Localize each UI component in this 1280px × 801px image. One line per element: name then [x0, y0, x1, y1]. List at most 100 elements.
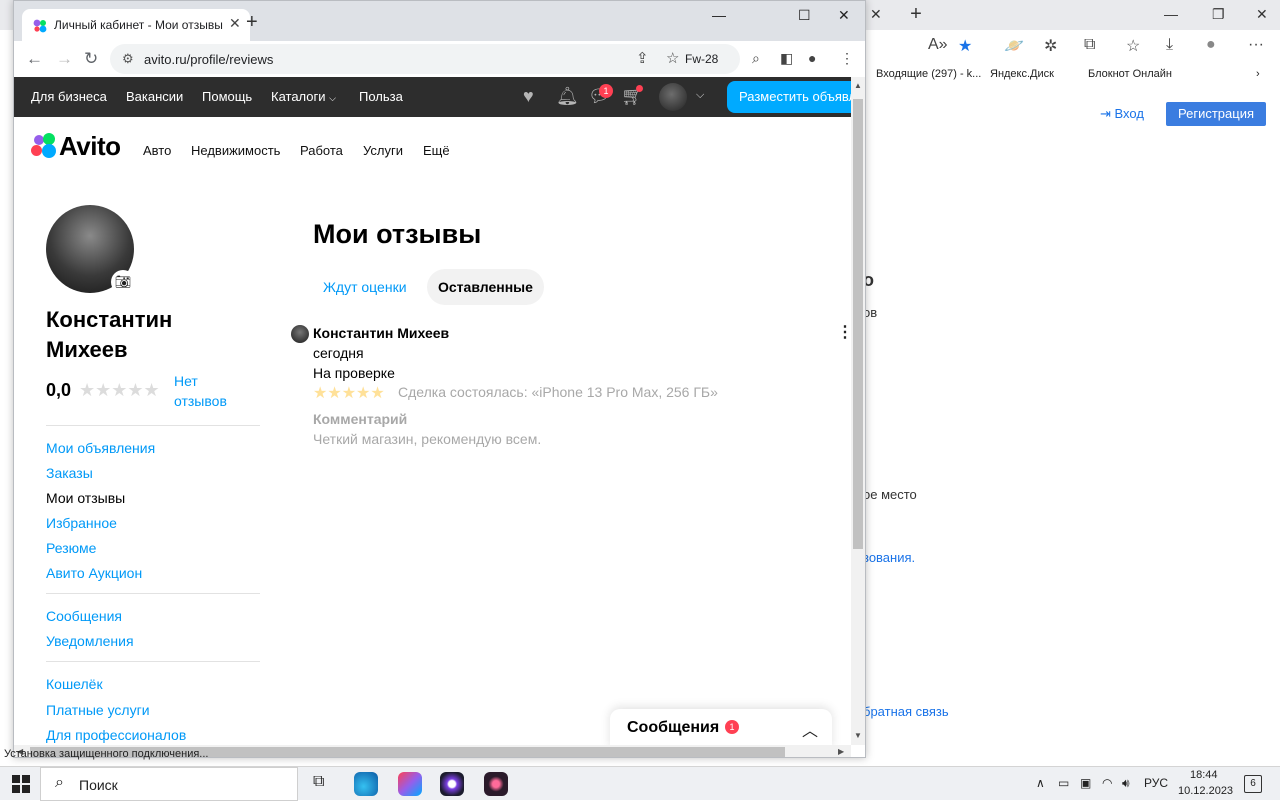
- topbar-link-help[interactable]: Помощь: [202, 89, 252, 104]
- share-icon[interactable]: ⇪: [636, 49, 649, 67]
- review-more-icon[interactable]: ⋮: [837, 325, 851, 341]
- bg-puzzle-icon[interactable]: ⧉: [1084, 36, 1095, 54]
- bg-bookmark-yandex-disk[interactable]: Яндекс.Диск: [990, 68, 1054, 80]
- tab-close-icon[interactable]: ✕: [229, 15, 241, 32]
- bg-bookmark-notepad[interactable]: Блокнот Онлайн: [1088, 68, 1172, 80]
- sidebar-item-messages[interactable]: Сообщения: [46, 608, 122, 624]
- language-indicator[interactable]: РУС: [1144, 776, 1168, 790]
- taskbar-search[interactable]: ⌕ Поиск: [40, 767, 298, 801]
- bg-fragment-link[interactable]: зования.: [863, 550, 915, 565]
- sidebar-item-wallet[interactable]: Кошелёк: [46, 676, 103, 692]
- bg-register-button[interactable]: Регистрация: [1166, 102, 1266, 126]
- bg-minimize-icon[interactable]: —: [1164, 6, 1178, 22]
- edge-icon[interactable]: [354, 772, 378, 796]
- app-icon[interactable]: [440, 772, 464, 796]
- site-settings-icon[interactable]: ⚙: [122, 51, 134, 67]
- extension-label[interactable]: Fw-28: [685, 52, 718, 66]
- category-more[interactable]: Ещё: [423, 143, 450, 158]
- bg-bookmark-inbox[interactable]: Входящие (297) - k...: [876, 68, 981, 80]
- messages-popup[interactable]: Сообщения 1 ︿: [610, 709, 832, 745]
- sidebar-item-my-reviews[interactable]: Мои отзывы: [46, 490, 125, 506]
- topbar-link-catalogs[interactable]: Каталоги ⌵: [271, 89, 336, 104]
- address-bar[interactable]: ⚙ avito.ru/profile/reviews ⇪ ☆ Fw-28: [110, 44, 740, 74]
- app-icon[interactable]: [484, 772, 508, 796]
- bg-extension-icon[interactable]: ✲: [1044, 36, 1057, 56]
- bg-new-tab-icon[interactable]: +: [905, 3, 927, 25]
- app-icon[interactable]: [398, 772, 422, 796]
- sidebar-item-my-ads[interactable]: Мои объявления: [46, 440, 155, 456]
- scroll-down-icon[interactable]: ▼: [854, 731, 862, 740]
- bg-feedback-link[interactable]: братная связь: [863, 704, 949, 719]
- bg-profile-icon[interactable]: ●: [1206, 36, 1216, 54]
- scroll-right-icon[interactable]: ▶: [838, 747, 844, 756]
- sidebar-item-favorites[interactable]: Избранное: [46, 515, 117, 531]
- profile-icon[interactable]: ●: [808, 50, 816, 66]
- display-icon[interactable]: ▣: [1080, 776, 1091, 790]
- battery-icon[interactable]: ▭: [1058, 776, 1069, 790]
- new-tab-icon[interactable]: +: [246, 11, 258, 34]
- bg-download-icon[interactable]: ⤓: [1166, 36, 1173, 54]
- category-auto[interactable]: Авто: [143, 143, 171, 158]
- windows-start-icon[interactable]: [12, 775, 30, 793]
- browser-tab[interactable]: Личный кабинет - Мои отзывы ✕: [22, 9, 250, 41]
- wifi-icon[interactable]: ◠: [1102, 776, 1112, 790]
- sidebar-item-resume[interactable]: Резюме: [46, 540, 96, 556]
- menu-icon[interactable]: ⋮: [840, 50, 854, 67]
- task-view-icon[interactable]: ⧉: [313, 773, 324, 791]
- no-reviews-link[interactable]: Нет отзывов: [174, 371, 244, 411]
- post-ad-button[interactable]: Разместить объявление: [727, 81, 851, 113]
- bg-more-icon[interactable]: ···: [1248, 36, 1264, 54]
- category-services[interactable]: Услуги: [363, 143, 403, 158]
- win-square: [22, 775, 30, 783]
- sidebar-item-orders[interactable]: Заказы: [46, 465, 93, 481]
- side-panel-icon[interactable]: ◧: [780, 50, 793, 67]
- topbar-link-business[interactable]: Для бизнеса: [31, 89, 107, 104]
- bookmark-star-icon[interactable]: ☆: [666, 49, 679, 67]
- volume-icon[interactable]: 🔊︎: [1122, 776, 1130, 791]
- scroll-up-icon[interactable]: ▲: [854, 81, 862, 90]
- sidebar-item-auction[interactable]: Авито Аукцион: [46, 565, 142, 581]
- tray-overflow-icon[interactable]: ∧: [1036, 776, 1045, 790]
- topbar-link-benefit[interactable]: Польза: [359, 89, 403, 104]
- bg-close-tab-icon[interactable]: ✕: [870, 6, 882, 23]
- search-icon[interactable]: ⌕: [752, 50, 760, 67]
- tab-awaiting-rating[interactable]: Ждут оценки: [313, 269, 417, 305]
- favorites-heart-icon[interactable]: ♥: [523, 86, 534, 107]
- reload-icon[interactable]: ↻: [84, 49, 98, 69]
- bg-favorites-icon[interactable]: ☆: [1126, 36, 1140, 56]
- notifications-bell-icon[interactable]: 🔔︎: [556, 86, 579, 107]
- maximize-icon[interactable]: ☐: [798, 7, 811, 24]
- bg-read-aloud-icon[interactable]: A»: [928, 36, 948, 54]
- tab-left-reviews[interactable]: Оставленные: [427, 269, 544, 305]
- close-window-icon[interactable]: ✕: [838, 7, 850, 24]
- login-icon: ⇥: [1100, 106, 1115, 121]
- camera-icon[interactable]: 📷︎: [111, 270, 135, 294]
- user-menu-chevron-icon[interactable]: ⌵: [696, 89, 704, 102]
- sidebar-item-paid-services[interactable]: Платные услуги: [46, 702, 150, 718]
- sidebar-item-notifications[interactable]: Уведомления: [46, 633, 134, 649]
- category-jobs[interactable]: Работа: [300, 143, 343, 158]
- browser-toolbar: ← → ↻ ⚙ avito.ru/profile/reviews ⇪ ☆ Fw-…: [14, 41, 865, 77]
- bg-login-link[interactable]: ⇥ Вход: [1100, 106, 1144, 122]
- vertical-scroll-thumb[interactable]: [853, 99, 863, 549]
- sidebar-item-pro[interactable]: Для профессионалов: [46, 727, 186, 743]
- bg-bookmarks-chevron-icon[interactable]: ›: [1256, 68, 1260, 80]
- bg-restore-icon[interactable]: ❐: [1212, 6, 1225, 23]
- topbar-link-vacancies[interactable]: Вакансии: [126, 89, 183, 104]
- back-icon[interactable]: ←: [26, 49, 43, 69]
- vertical-scrollbar[interactable]: ▲ ▼: [851, 77, 865, 745]
- bg-close-icon[interactable]: ✕: [1256, 6, 1268, 23]
- avito-logo[interactable]: Avito: [31, 131, 131, 161]
- user-avatar[interactable]: [659, 83, 687, 111]
- divider: [46, 593, 260, 594]
- forward-icon[interactable]: →: [56, 49, 73, 69]
- notifications-icon[interactable]: 6: [1244, 775, 1262, 793]
- bg-extension-planet-icon[interactable]: 🪐: [1004, 36, 1024, 56]
- bg-favorite-star-icon[interactable]: ★: [958, 36, 972, 56]
- clock-date[interactable]: 10.12.2023: [1178, 785, 1233, 797]
- url-text[interactable]: avito.ru/profile/reviews: [144, 52, 273, 67]
- minimize-icon[interactable]: —: [712, 7, 726, 23]
- category-realty[interactable]: Недвижимость: [191, 143, 280, 158]
- chevron-up-icon[interactable]: ︿: [802, 717, 818, 741]
- clock-time[interactable]: 18:44: [1190, 769, 1218, 781]
